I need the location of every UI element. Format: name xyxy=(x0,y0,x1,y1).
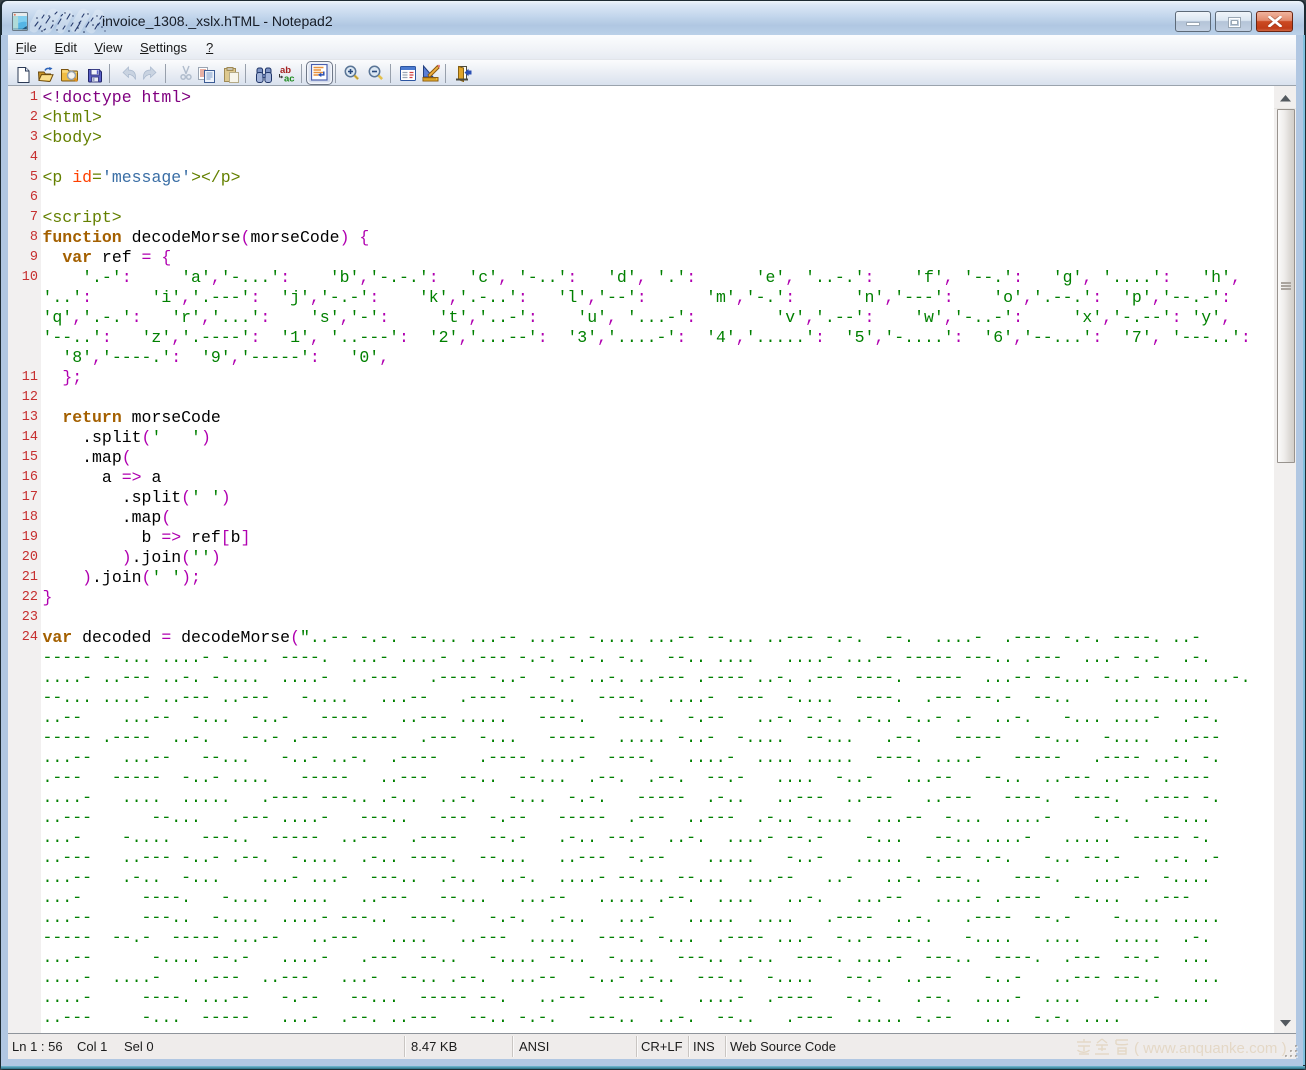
svg-text:( www.anquanke.com ): ( www.anquanke.com ) xyxy=(1134,1040,1287,1057)
svg-text:ac: ac xyxy=(284,74,295,83)
